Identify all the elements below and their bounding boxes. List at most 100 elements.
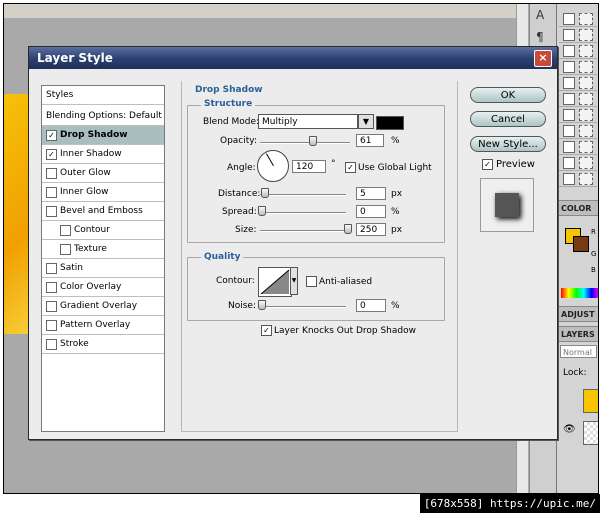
style-item-label: Inner Glow [60, 187, 109, 197]
style-item[interactable]: Inner Glow [42, 183, 164, 202]
chevron-down-icon: ▼ [362, 117, 370, 126]
history-checkbox[interactable] [563, 29, 575, 41]
style-item-checkbox[interactable] [46, 168, 57, 179]
layer-thumbnail[interactable] [583, 389, 598, 413]
style-preview-thumbnail [495, 193, 519, 217]
blend-mode-dropdown-arrow[interactable]: ▼ [358, 114, 374, 129]
dialog-title: Layer Style [37, 51, 113, 65]
style-item-checkbox[interactable] [46, 187, 57, 198]
history-row[interactable] [559, 26, 597, 43]
styles-list-header[interactable]: Styles [42, 86, 164, 105]
noise-slider-thumb[interactable] [258, 300, 266, 310]
style-item[interactable]: ✓ Inner Shadow [42, 145, 164, 164]
ok-button[interactable]: OK [470, 87, 546, 103]
shadow-color-swatch[interactable] [376, 116, 404, 130]
noise-slider-track[interactable] [260, 306, 346, 308]
style-item-label: Color Overlay [60, 282, 122, 292]
layers-panel-tab[interactable]: LAYERS [557, 326, 598, 342]
history-row[interactable] [559, 106, 597, 123]
use-global-light-checkbox[interactable]: ✓ [345, 162, 356, 173]
style-item[interactable]: Blending Options: Default [42, 107, 164, 126]
style-item-checkbox[interactable] [46, 263, 57, 274]
history-checkbox[interactable] [563, 141, 575, 153]
style-item[interactable]: Texture [42, 240, 164, 259]
history-row[interactable] [559, 90, 597, 107]
color-spectrum-bar[interactable] [561, 288, 598, 298]
style-item-checkbox[interactable] [46, 301, 57, 312]
color-panel-tab[interactable]: COLOR [557, 200, 598, 216]
spread-slider-thumb[interactable] [258, 206, 266, 216]
preview-checkbox[interactable]: ✓ [482, 159, 493, 170]
style-item[interactable]: Gradient Overlay [42, 297, 164, 316]
distance-slider-thumb[interactable] [261, 188, 269, 198]
style-item[interactable]: Outer Glow [42, 164, 164, 183]
history-row[interactable] [559, 10, 597, 27]
style-item[interactable]: Satin [42, 259, 164, 278]
color-channel-b: B [591, 266, 596, 274]
style-item-checkbox[interactable]: ✓ [46, 149, 57, 160]
blend-mode-select[interactable]: Multiply [258, 114, 358, 129]
layer-thumbnail[interactable] [583, 421, 598, 445]
layer-knocks-out-checkbox[interactable]: ✓ [261, 325, 272, 336]
history-thumbnail [579, 109, 593, 121]
style-item[interactable]: Contour [42, 221, 164, 240]
background-color-swatch[interactable] [573, 236, 589, 252]
style-item-checkbox[interactable] [46, 282, 57, 293]
history-checkbox[interactable] [563, 61, 575, 73]
eye-icon[interactable]: 👁 [563, 424, 576, 435]
style-item[interactable]: Bevel and Emboss [42, 202, 164, 221]
angle-label: Angle: [227, 163, 256, 173]
style-item-checkbox[interactable] [46, 320, 57, 331]
opacity-field[interactable]: 61 [356, 134, 384, 147]
history-row[interactable] [559, 122, 597, 139]
style-item[interactable]: Stroke [42, 335, 164, 354]
history-row[interactable] [559, 138, 597, 155]
contour-dropdown-arrow[interactable]: ▼ [290, 267, 298, 295]
history-checkbox[interactable] [563, 173, 575, 185]
angle-dial[interactable] [257, 150, 289, 182]
history-checkbox[interactable] [563, 13, 575, 25]
size-slider-thumb[interactable] [344, 224, 352, 234]
paragraph-icon[interactable]: ¶ [536, 30, 544, 44]
style-item-checkbox[interactable] [46, 339, 57, 350]
noise-field[interactable]: 0 [356, 299, 386, 312]
style-item-checkbox[interactable] [60, 225, 71, 236]
contour-preview[interactable] [258, 267, 292, 297]
distance-field[interactable]: 5 [356, 187, 386, 200]
style-item[interactable]: Color Overlay [42, 278, 164, 297]
history-row[interactable] [559, 42, 597, 59]
history-row[interactable] [559, 74, 597, 91]
layers-blend-mode-dropdown[interactable]: Normal [560, 345, 597, 358]
type-tool-icon[interactable]: A [536, 8, 544, 22]
history-checkbox[interactable] [563, 109, 575, 121]
history-checkbox[interactable] [563, 93, 575, 105]
opacity-slider-track[interactable] [260, 142, 350, 144]
style-item-checkbox[interactable]: ✓ [46, 130, 57, 141]
history-checkbox[interactable] [563, 77, 575, 89]
style-item[interactable]: ✓ Drop Shadow [42, 126, 164, 145]
spread-field[interactable]: 0 [356, 205, 386, 218]
style-item[interactable]: Pattern Overlay [42, 316, 164, 335]
history-row[interactable] [559, 58, 597, 75]
history-row[interactable] [559, 170, 597, 187]
dialog-titlebar[interactable]: Layer Style × [29, 47, 557, 69]
size-slider-track[interactable] [260, 230, 346, 232]
close-button[interactable]: × [534, 50, 552, 67]
size-field[interactable]: 250 [356, 223, 386, 236]
angle-field[interactable]: 120 [292, 160, 326, 173]
style-item-checkbox[interactable] [46, 206, 57, 217]
history-checkbox[interactable] [563, 125, 575, 137]
history-checkbox[interactable] [563, 157, 575, 169]
spread-slider-track[interactable] [260, 212, 346, 214]
contour-curve-icon [260, 269, 290, 295]
adjust-panel-tab[interactable]: ADJUST [557, 306, 598, 322]
drop-shadow-section-title: Drop Shadow [195, 85, 263, 95]
new-style-button[interactable]: New Style... [470, 136, 546, 152]
history-checkbox[interactable] [563, 45, 575, 57]
history-row[interactable] [559, 154, 597, 171]
opacity-slider-thumb[interactable] [309, 136, 318, 146]
anti-aliased-checkbox[interactable] [306, 276, 317, 287]
distance-slider-track[interactable] [260, 194, 346, 196]
cancel-button[interactable]: Cancel [470, 111, 546, 127]
style-item-checkbox[interactable] [60, 244, 71, 255]
